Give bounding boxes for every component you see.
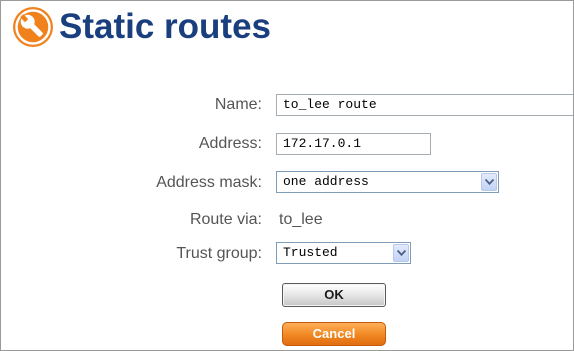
address-mask-selected: one address: [283, 174, 369, 189]
page-title: Static routes: [59, 7, 271, 46]
address-label: Address:: [198, 135, 262, 152]
route-via-label: Route via:: [189, 211, 262, 228]
chevron-down-icon[interactable]: [393, 244, 409, 262]
wrench-icon: [11, 5, 55, 49]
address-mask-select[interactable]: one address: [276, 171, 499, 193]
static-routes-panel: Static routes Name: to_lee route Address…: [0, 0, 574, 351]
name-label: Name:: [214, 96, 262, 113]
address-mask-label: Address mask:: [156, 174, 262, 191]
ok-button[interactable]: OK: [282, 283, 386, 307]
page-header: Static routes: [11, 5, 271, 49]
route-via-value: to_lee: [279, 211, 323, 228]
chevron-down-icon[interactable]: [481, 173, 497, 191]
name-field[interactable]: to_lee route: [276, 94, 573, 116]
trust-group-label: Trust group:: [176, 245, 262, 262]
trust-group-selected: Trusted: [283, 245, 338, 260]
cancel-button[interactable]: Cancel: [282, 322, 386, 346]
address-field[interactable]: 172.17.0.1: [276, 133, 431, 155]
trust-group-select[interactable]: Trusted: [276, 242, 411, 264]
